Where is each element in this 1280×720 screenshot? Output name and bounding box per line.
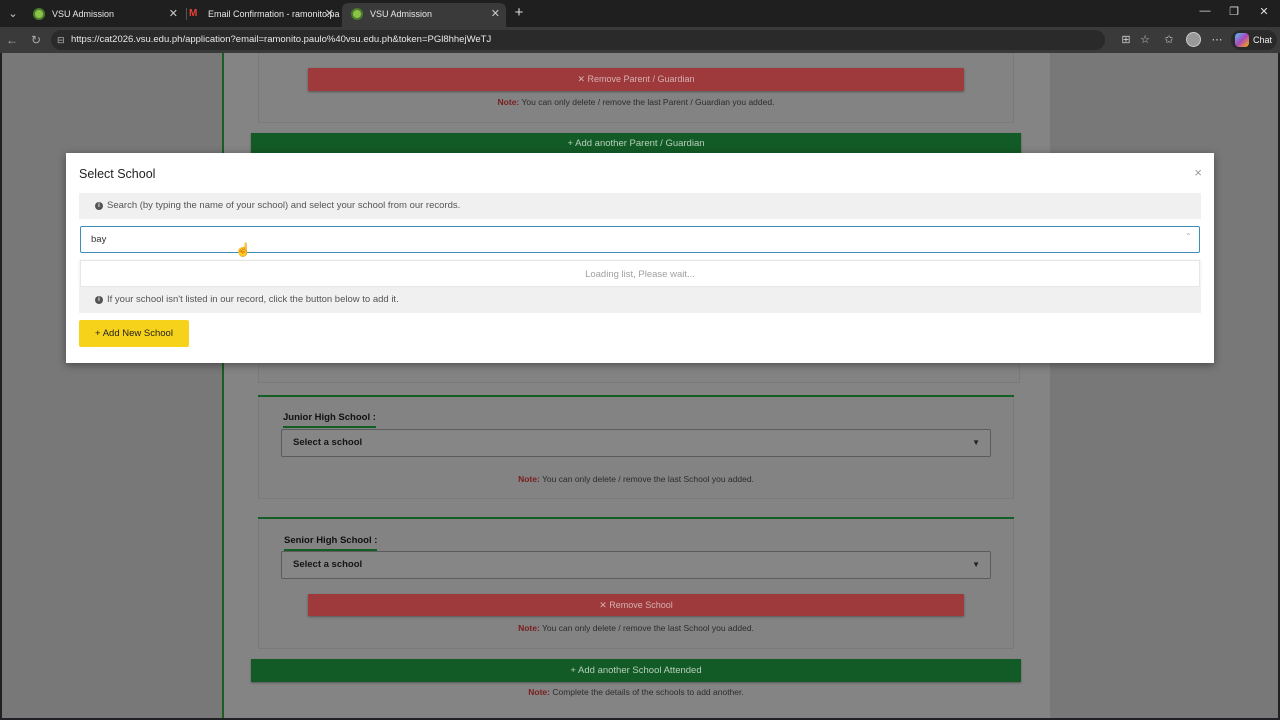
profile-avatar[interactable] xyxy=(1186,32,1201,47)
add-new-school-button[interactable]: + Add New School xyxy=(79,320,189,347)
minimize-icon[interactable]: — xyxy=(1195,5,1215,17)
senior-high-select[interactable]: Select a school ▼ xyxy=(281,551,991,579)
add-parent-button[interactable]: + Add another Parent / Guardian xyxy=(251,133,1021,155)
new-tab-plus-icon[interactable]: + xyxy=(511,4,527,22)
chevron-up-icon[interactable]: ⌃ xyxy=(1185,232,1192,241)
copilot-icon xyxy=(1235,33,1249,47)
favorites-list-icon[interactable]: ✩ xyxy=(1161,33,1177,46)
junior-high-select[interactable]: Select a school ▼ xyxy=(281,429,991,457)
reload-icon[interactable]: ↻ xyxy=(28,32,44,48)
info-icon: i xyxy=(95,202,103,210)
loading-text: Loading list, Please wait... xyxy=(585,269,695,280)
dropdown-caret-icon: ▼ xyxy=(972,560,980,569)
split-screen-icon[interactable]: ⊞ xyxy=(1118,33,1134,46)
browser-tab-bar: ⌄ VSU Admission ✕ M Email Confirmation -… xyxy=(0,0,1280,27)
info-icon: i xyxy=(95,296,103,304)
browser-tab[interactable]: VSU Admission ✕ xyxy=(24,3,184,27)
tab-title: VSU Admission xyxy=(370,9,433,19)
back-arrow-icon[interactable]: ← xyxy=(4,32,20,48)
search-info-bar: i Search (by typing the name of your sch… xyxy=(79,193,1201,219)
note-prefix: Note: xyxy=(528,687,550,697)
tab-title: Email Confirmation - ramonito.pa xyxy=(208,9,340,19)
note-prefix: Note: xyxy=(497,97,520,107)
favorite-star-icon[interactable]: ☆ xyxy=(1137,33,1153,46)
url-text: https://cat2026.vsu.edu.ph/application?e… xyxy=(71,34,492,45)
remove-school-button[interactable]: ✕ Remove School xyxy=(308,594,964,616)
browser-toolbar: ← ↻ ⊟ https://cat2026.vsu.edu.ph/applica… xyxy=(0,27,1280,53)
note-prefix: Note: xyxy=(518,474,540,484)
search-results-dropdown: Loading list, Please wait... xyxy=(80,260,1200,287)
close-tab-icon[interactable]: ✕ xyxy=(169,3,178,25)
select-value: Select a school xyxy=(293,559,363,570)
remove-parent-button[interactable]: ✕ Remove Parent / Guardian xyxy=(308,68,964,91)
note-text: You can only delete / remove the last Sc… xyxy=(542,623,754,633)
add-info-bar: i If your school isn't listed in our rec… xyxy=(79,287,1201,313)
add-school-button[interactable]: + Add another School Attended xyxy=(251,659,1021,682)
note-text: You can only delete / remove the last Pa… xyxy=(521,97,775,107)
close-tab-icon[interactable]: ✕ xyxy=(491,3,500,25)
site-info-icon[interactable]: ⊟ xyxy=(57,30,65,50)
chat-button[interactable]: Chat xyxy=(1231,30,1277,50)
bottom-note: Note: Complete the details of the school… xyxy=(251,687,1021,697)
select-school-modal: Select School × i Search (by typing the … xyxy=(66,153,1214,363)
close-icon[interactable]: × xyxy=(1194,165,1202,180)
senior-high-note: Note: You can only delete / remove the l… xyxy=(258,623,1014,633)
search-info-text: Search (by typing the name of your schoo… xyxy=(107,200,461,211)
close-window-icon[interactable]: ✕ xyxy=(1254,5,1274,18)
restore-icon[interactable]: ❐ xyxy=(1224,5,1244,18)
parent-note: Note: You can only delete / remove the l… xyxy=(258,97,1014,107)
modal-title: Select School xyxy=(79,167,156,181)
note-text: You can only delete / remove the last Sc… xyxy=(542,474,754,484)
close-tab-icon[interactable]: ✕ xyxy=(325,3,334,25)
hand-pointer-cursor-icon: ☝ xyxy=(235,242,252,257)
browser-tab-active[interactable]: VSU Admission ✕ xyxy=(342,3,506,27)
vsu-favicon-icon xyxy=(351,8,363,20)
note-text: Complete the details of the schools to a… xyxy=(552,687,744,697)
chat-label: Chat xyxy=(1253,35,1273,45)
dropdown-caret-icon: ▼ xyxy=(972,438,980,447)
note-prefix: Note: xyxy=(518,623,540,633)
vsu-favicon-icon xyxy=(33,8,45,20)
add-info-text: If your school isn't listed in our recor… xyxy=(107,294,399,305)
junior-high-label: Junior High School : xyxy=(283,412,376,428)
address-bar[interactable]: ⊟ https://cat2026.vsu.edu.ph/application… xyxy=(51,30,1105,50)
gmail-favicon-icon: M xyxy=(189,8,198,19)
junior-high-note: Note: You can only delete / remove the l… xyxy=(258,474,1014,484)
more-menu-icon[interactable]: ⋯ xyxy=(1209,33,1225,46)
tab-title: VSU Admission xyxy=(52,9,115,19)
senior-high-label: Senior High School : xyxy=(284,535,378,551)
browser-tab[interactable]: M Email Confirmation - ramonito.pa ✕ xyxy=(180,3,340,27)
select-value: Select a school xyxy=(293,437,363,448)
tab-list-chevron-icon[interactable]: ⌄ xyxy=(3,4,23,24)
